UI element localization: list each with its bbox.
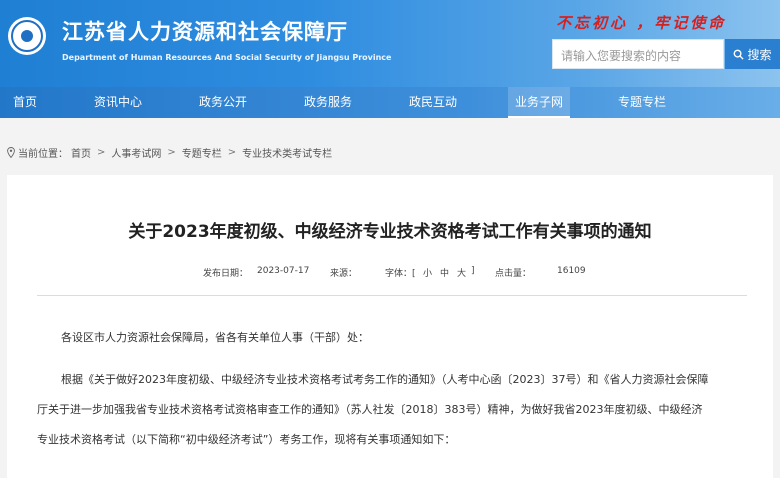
search-input[interactable]: 请输入您要搜索的内容 [552, 39, 724, 69]
site-title[interactable]: 江苏省人力资源和社会保障厅 [62, 16, 348, 46]
nav-item-news[interactable]: 资讯中心 [82, 87, 154, 118]
article-greeting: 各设区市人力资源社会保障局，省各有关单位人事（干部）处： [61, 331, 369, 344]
article-card: 关于2023年度初级、中级经济专业技术资格考试工作有关事项的通知 发布日期： 2… [7, 175, 773, 478]
logo-dot-icon [21, 30, 33, 42]
publish-date-label: 发布日期： [203, 269, 249, 279]
search-button[interactable]: 搜索 [725, 39, 780, 69]
font-size-label: 字体：[ [385, 269, 416, 279]
article-body-line-2: 厅关于进一步加强我省专业技术资格考试资格审查工作的通知》（苏人社发〔2018〕3… [37, 403, 703, 416]
site-header: 江苏省人力资源和社会保障厅 Department of Human Resour… [0, 0, 780, 87]
nav-item-gov-affairs[interactable]: 政务公开 [187, 87, 259, 118]
search-icon [734, 49, 745, 60]
main-nav: 首页 资讯中心 政务公开 政务服务 政民互动 业务子网 专题专栏 [0, 87, 780, 118]
breadcrumb-item-tech-exam[interactable]: 专业技术类考试专栏 [242, 145, 332, 160]
breadcrumb-item-topics[interactable]: 专题专栏 [182, 145, 222, 160]
font-size-large[interactable]: 大 [457, 266, 466, 279]
breadcrumb-item-exam-site[interactable]: 人事考试网 [111, 145, 161, 160]
search-button-label: 搜索 [747, 47, 772, 62]
nav-item-home[interactable]: 首页 [0, 87, 50, 118]
nav-item-subnet[interactable]: 业务子网 [508, 87, 570, 118]
nav-item-topics[interactable]: 专题专栏 [606, 87, 678, 118]
breadcrumb-separator: > [97, 147, 106, 158]
slogan: 不忘初心 ，牢记使命 [556, 14, 727, 32]
source-label: 来源： [330, 269, 358, 279]
publish-date: 2023-07-17 [257, 266, 310, 276]
breadcrumb: 当前位置： 首页 > 人事考试网 > 专题专栏 > 专业技术类考试专栏 [7, 145, 332, 160]
meta-divider [37, 295, 747, 296]
font-size-medium[interactable]: 中 [440, 266, 449, 279]
site-subtitle: Department of Human Resources And Social… [62, 53, 392, 62]
article-body-line-1: 根据《关于做好2023年度初级、中级经济专业技术资格考试考务工作的通知》（人考中… [61, 373, 709, 386]
hits-count: 16109 [557, 266, 586, 276]
breadcrumb-item-home[interactable]: 首页 [71, 145, 91, 160]
breadcrumb-separator: > [167, 147, 176, 158]
nav-item-services[interactable]: 政务服务 [292, 87, 364, 118]
location-pin-icon [7, 147, 15, 158]
article-title: 关于2023年度初级、中级经济专业技术资格考试工作有关事项的通知 [128, 222, 652, 242]
nav-item-interaction[interactable]: 政民互动 [397, 87, 469, 118]
breadcrumb-prefix: 当前位置： [18, 149, 68, 160]
hits-label: 点击量： [495, 269, 532, 279]
site-logo[interactable] [8, 17, 46, 55]
font-size-small[interactable]: 小 [423, 266, 432, 279]
font-size-close: ] [471, 266, 475, 276]
breadcrumb-separator: > [227, 147, 237, 158]
article-body-line-3: 专业技术资格考试（以下简称“初中级经济考试”）考务工作，现将有关事项通知如下： [37, 433, 456, 446]
